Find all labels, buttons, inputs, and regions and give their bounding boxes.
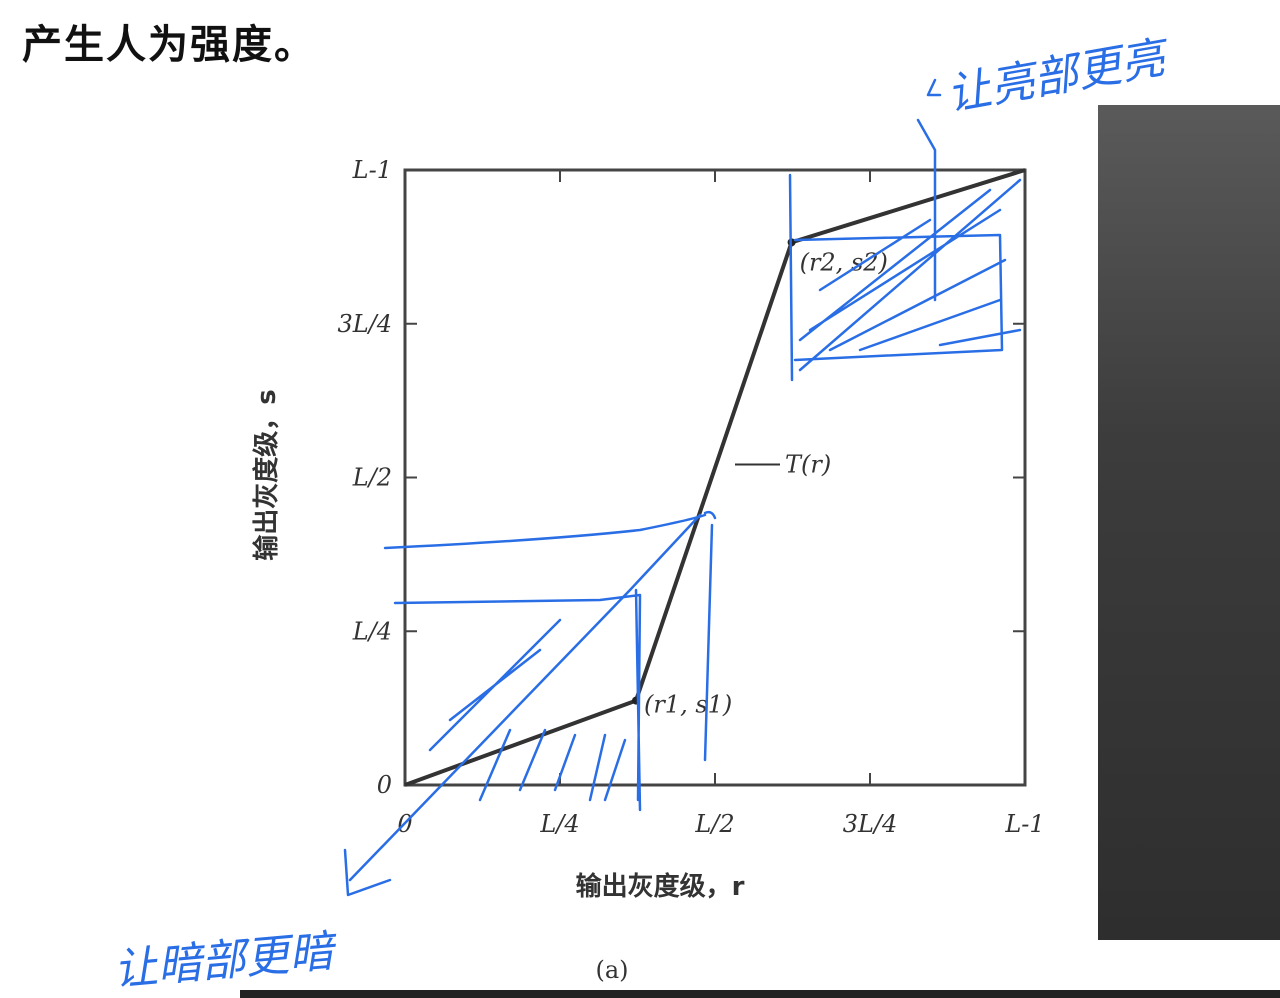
y-tick-label: L-1 [352,156,392,184]
breakpoint-label: (r1, s1) [644,691,732,719]
y-axis-title: 输出灰度级，s [251,389,282,560]
curve-label: T(r) [785,451,831,479]
annotation-brighten: 让亮部更亮 [943,31,1174,120]
x-tick-label: 3L/4 [843,810,898,838]
figure-caption: (a) [595,956,628,984]
y-tick-label: 0 [377,771,392,799]
breakpoint-label: (r2, s2) [800,248,888,276]
x-tick-label: L/2 [694,810,734,838]
contrast-stretch-chart: 00L/4L/4L/2L/23L/43L/4L-1L-1 (r1, s1)(r2… [112,31,1175,996]
x-tick-label: L-1 [1004,810,1044,838]
y-tick-label: 3L/4 [337,310,392,338]
x-tick-label: L/4 [539,810,579,838]
annotation-darken: 让暗部更暗 [112,926,341,996]
y-tick-label: L/2 [352,464,392,492]
y-tick-label: L/4 [352,617,392,645]
x-axis-title: 输出灰度级，r [576,871,745,902]
